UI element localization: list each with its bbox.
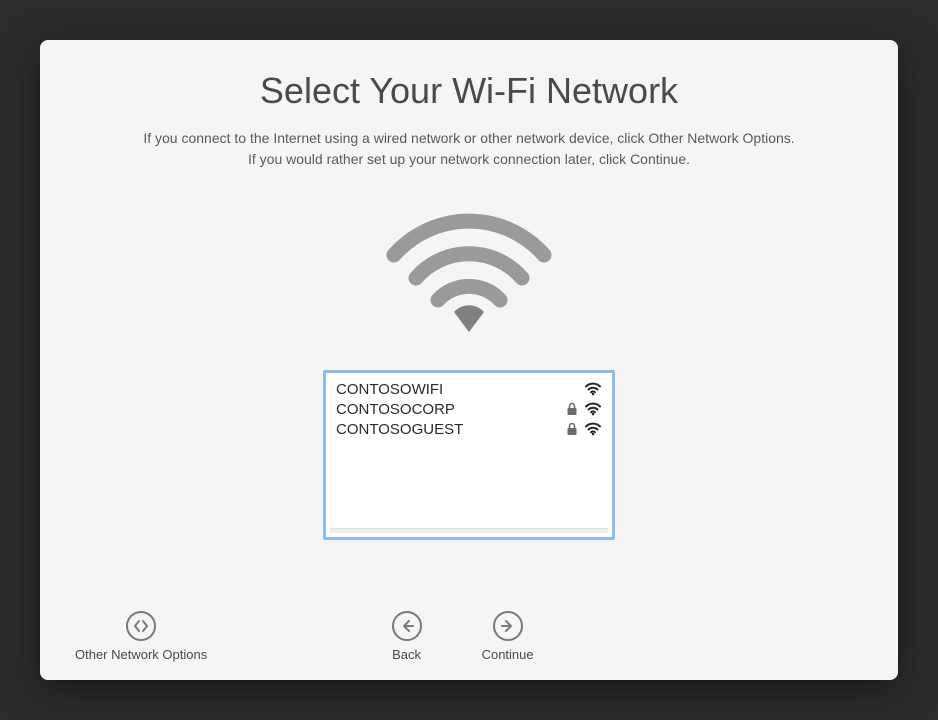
- network-row[interactable]: CONTOSOGUEST: [336, 419, 602, 439]
- lock-icon: [566, 422, 578, 436]
- back-label: Back: [392, 647, 421, 662]
- other-network-options-label: Other Network Options: [75, 647, 207, 662]
- arrow-left-icon: [392, 611, 422, 641]
- scrollbar-horizontal[interactable]: [330, 528, 608, 533]
- back-button[interactable]: Back: [392, 611, 422, 662]
- network-options-icon: [126, 611, 156, 641]
- arrow-right-icon: [493, 611, 523, 641]
- page-title: Select Your Wi-Fi Network: [260, 70, 678, 112]
- network-row[interactable]: CONTOSOWIFI: [336, 379, 602, 399]
- other-network-options-button[interactable]: Other Network Options: [75, 611, 207, 662]
- network-name: CONTOSOGUEST: [336, 421, 566, 438]
- network-status-icons: [566, 422, 602, 436]
- page-subtitle: If you connect to the Internet using a w…: [139, 128, 799, 170]
- network-name: CONTOSOWIFI: [336, 381, 584, 398]
- network-name: CONTOSOCORP: [336, 401, 566, 418]
- network-status-icons: [566, 402, 602, 416]
- lock-icon: [566, 402, 578, 416]
- setup-window: Select Your Wi-Fi Network If you connect…: [40, 40, 898, 680]
- wifi-signal-icon: [584, 382, 602, 396]
- wifi-signal-icon: [584, 422, 602, 436]
- wifi-hero-icon: [374, 200, 564, 345]
- footer-toolbar: Other Network Options Back Continue: [40, 611, 898, 662]
- network-list[interactable]: CONTOSOWIFI CONTOSOCORP CONTOSOGUEST: [323, 370, 615, 540]
- wifi-signal-icon: [584, 402, 602, 416]
- network-status-icons: [584, 382, 602, 396]
- network-row[interactable]: CONTOSOCORP: [336, 399, 602, 419]
- continue-label: Continue: [482, 647, 534, 662]
- continue-button[interactable]: Continue: [482, 611, 534, 662]
